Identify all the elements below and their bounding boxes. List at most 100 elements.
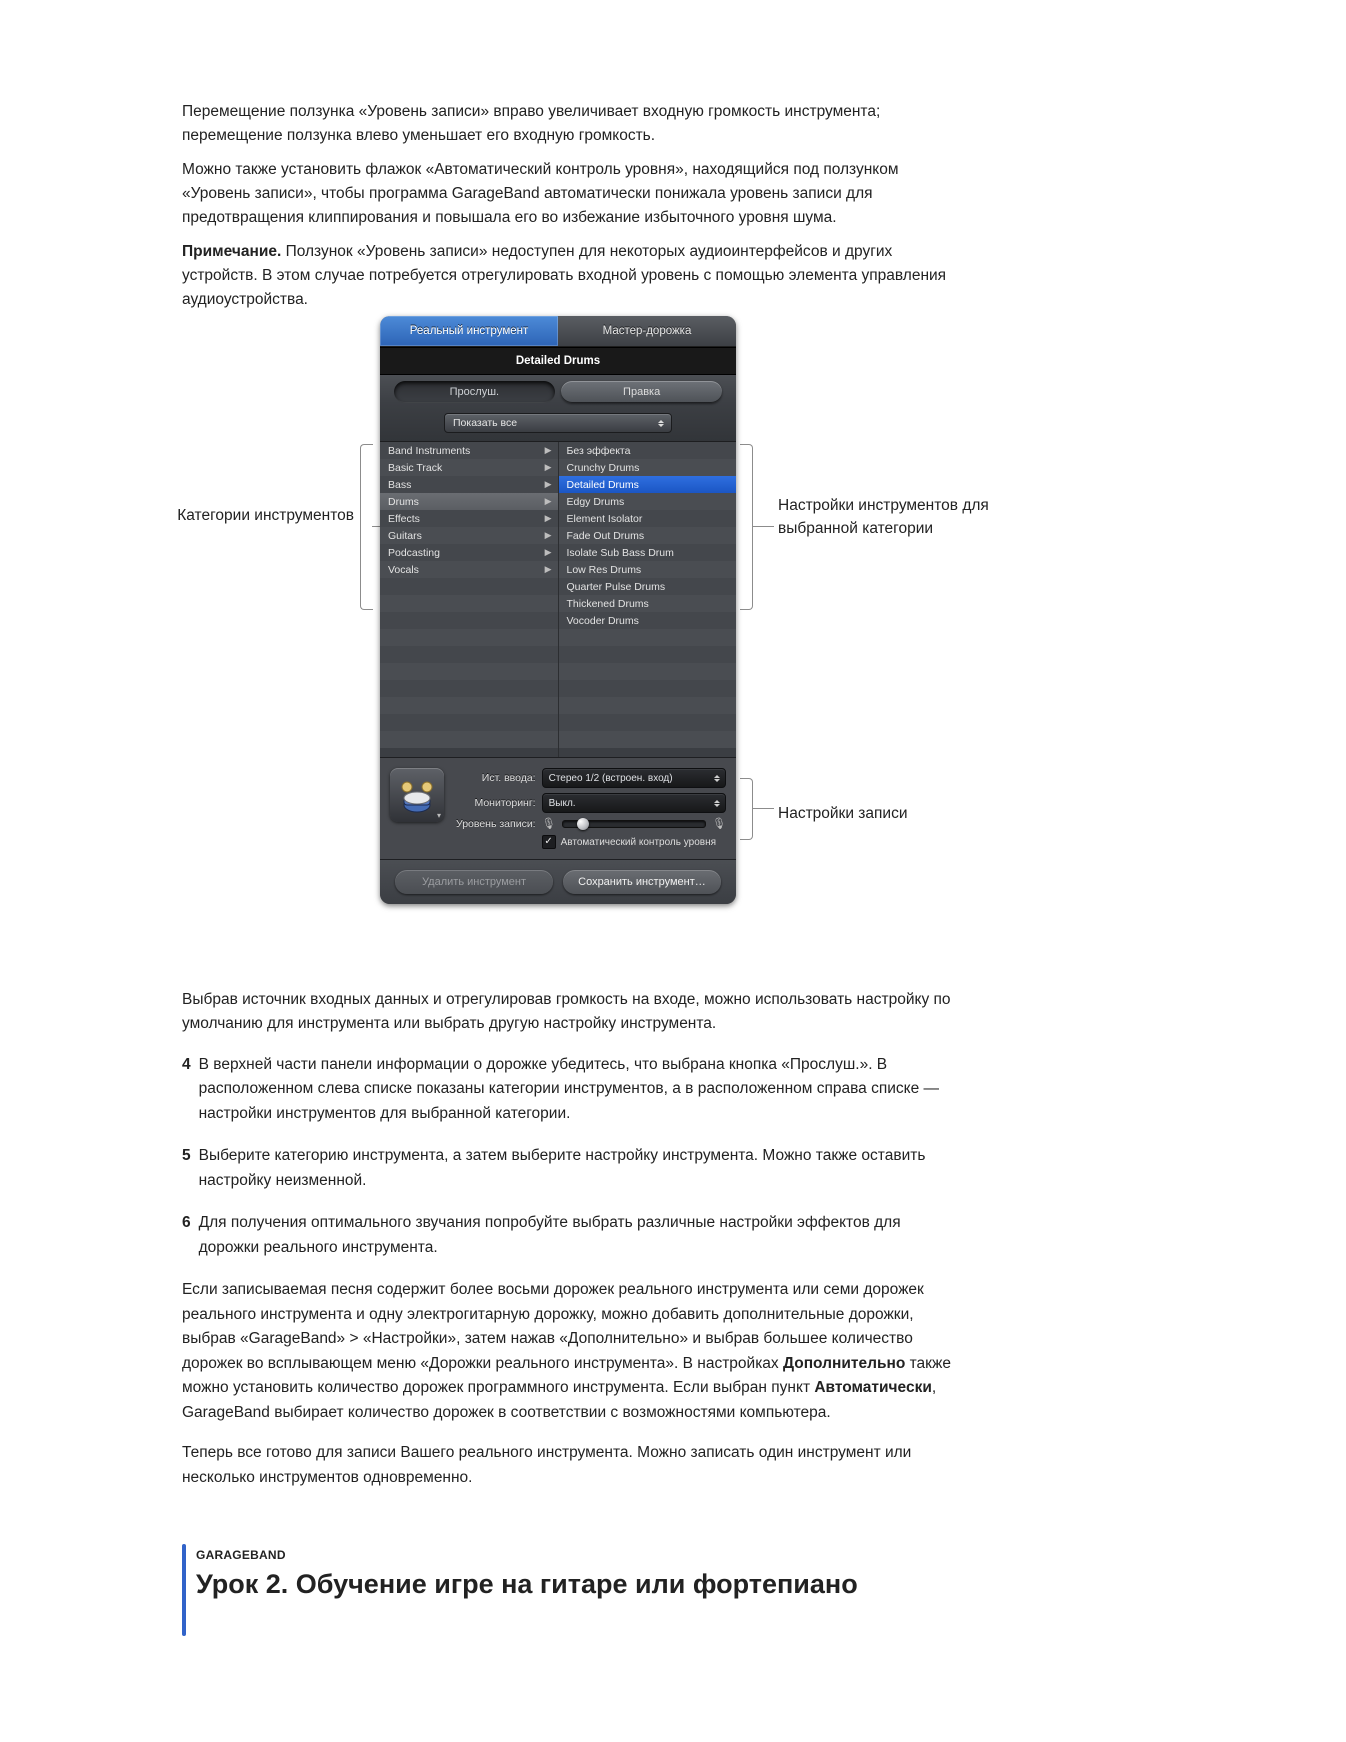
- stepper-icon: [712, 794, 722, 812]
- category-item[interactable]: Basic Track ▶: [380, 459, 558, 476]
- preset-item-label: Crunchy Drums: [567, 462, 640, 474]
- list-row-empty: [380, 595, 558, 612]
- preset-item[interactable]: Low Res Drums: [559, 561, 737, 578]
- preset-list[interactable]: Без эффекта Crunchy Drums Detailed Drums Ed…: [558, 442, 737, 757]
- bracket-settings: [740, 778, 753, 840]
- filter-value: Показать все: [453, 417, 517, 429]
- chevron-right-icon: ▶: [545, 564, 552, 575]
- category-list[interactable]: Band Instruments ▶ Basic Track ▶ Bass ▶ Drums ▶…: [380, 442, 558, 757]
- preset-item[interactable]: Edgy Drums: [559, 493, 737, 510]
- stepper-icon: [655, 414, 667, 432]
- preset-item[interactable]: Element Isolator: [559, 510, 737, 527]
- chevron-down-icon: ▾: [437, 811, 441, 820]
- record-level-slider[interactable]: 🎙 🎙: [542, 819, 726, 830]
- delete-instrument-button[interactable]: Удалить инструмент: [395, 870, 553, 894]
- preset-item-label: Thickened Drums: [567, 598, 649, 610]
- preset-title: Detailed Drums: [380, 347, 736, 375]
- chevron-right-icon: ▶: [545, 462, 552, 473]
- preset-item-label: Без эффекта: [567, 445, 631, 457]
- intro-para-2: Можно также установить флажок «Автоматич…: [182, 158, 962, 230]
- preset-item[interactable]: Isolate Sub Bass Drum: [559, 544, 737, 561]
- category-item-label: Guitars: [388, 530, 422, 542]
- instrument-icon[interactable]: ▾: [390, 768, 444, 822]
- list-row-empty: [380, 731, 558, 748]
- category-item-label: Band Instruments: [388, 445, 470, 457]
- preset-item-label: Detailed Drums: [567, 479, 639, 491]
- category-item-label: Podcasting: [388, 547, 440, 559]
- category-item-label: Drums: [388, 496, 419, 508]
- chevron-right-icon: ▶: [545, 496, 552, 507]
- recording-settings: ▾ Ист. ввода: Стерео 1/2 (встроен. вход)…: [380, 757, 736, 860]
- list-row-empty: [380, 697, 558, 714]
- mic-low-icon: 🎙: [542, 819, 556, 830]
- preset-item[interactable]: Vocoder Drums: [559, 612, 737, 629]
- step-6: 6 Для получения оптимального звучания по…: [182, 1211, 952, 1260]
- body-para-3: Теперь все готово для записи Вашего реал…: [182, 1441, 952, 1490]
- preset-item-label: Fade Out Drums: [567, 530, 645, 542]
- category-item[interactable]: Guitars ▶: [380, 527, 558, 544]
- list-row-empty: [380, 646, 558, 663]
- list-row-empty: [380, 680, 558, 697]
- preset-item-label: Quarter Pulse Drums: [567, 581, 666, 593]
- list-row-empty: [559, 731, 737, 748]
- list-row-empty: [559, 714, 737, 731]
- preset-item[interactable]: Detailed Drums: [559, 476, 737, 493]
- list-row-empty: [380, 714, 558, 731]
- lesson-title: Урок 2. Обучение игре на гитаре или форт…: [196, 1568, 956, 1602]
- preset-item-label: Isolate Sub Bass Drum: [567, 547, 674, 559]
- chevron-right-icon: ▶: [545, 547, 552, 558]
- label-record-level: Уровень записи:: [456, 818, 536, 830]
- lesson-rule: [182, 1544, 186, 1636]
- category-item-label: Effects: [388, 513, 420, 525]
- list-row-empty: [380, 663, 558, 680]
- preset-item[interactable]: Fade Out Drums: [559, 527, 737, 544]
- preset-item[interactable]: Crunchy Drums: [559, 459, 737, 476]
- category-item[interactable]: Effects ▶: [380, 510, 558, 527]
- tab-real-instrument[interactable]: Реальный инструмент: [380, 316, 558, 346]
- auto-level-checkbox[interactable]: ✓: [542, 835, 556, 849]
- chevron-right-icon: ▶: [545, 513, 552, 524]
- list-row-empty: [380, 578, 558, 595]
- track-info-panel: Реальный инструмент Мастер-дорожка Detai…: [380, 316, 736, 904]
- preset-item[interactable]: Quarter Pulse Drums: [559, 578, 737, 595]
- step-5: 5 Выберите категорию инструмента, а зате…: [182, 1144, 952, 1193]
- mic-high-icon: 🎙: [712, 819, 726, 830]
- body-para-1: Выбрав источник входных данных и отрегул…: [182, 988, 952, 1037]
- body-para-2: Если записываемая песня содержит более в…: [182, 1278, 952, 1425]
- select-monitor[interactable]: Выкл.: [542, 793, 726, 813]
- chevron-right-icon: ▶: [545, 530, 552, 541]
- category-item-label: Vocals: [388, 564, 419, 576]
- preset-item[interactable]: Без эффекта: [559, 442, 737, 459]
- category-item[interactable]: Vocals ▶: [380, 561, 558, 578]
- tab-edit[interactable]: Правка: [561, 381, 722, 403]
- tab-browse[interactable]: Прослуш.: [394, 381, 555, 403]
- category-item-label: Basic Track: [388, 462, 442, 474]
- filter-dropdown[interactable]: Показать все: [444, 413, 672, 433]
- category-item[interactable]: Podcasting ▶: [380, 544, 558, 561]
- callout-presets: Настройки инструментов для выбранной кат…: [778, 494, 1018, 541]
- tab-master-track[interactable]: Мастер-дорожка: [558, 316, 736, 346]
- callout-settings: Настройки записи: [778, 802, 978, 825]
- category-item-label: Bass: [388, 479, 411, 491]
- auto-level-label: Автоматический контроль уровня: [561, 837, 716, 848]
- callout-categories: Категории инструментов: [146, 504, 354, 527]
- category-item[interactable]: Band Instruments ▶: [380, 442, 558, 459]
- lesson-eyebrow: GARAGEBAND: [196, 1548, 956, 1562]
- slider-track[interactable]: [562, 820, 706, 828]
- slider-thumb[interactable]: [577, 818, 589, 830]
- chevron-right-icon: ▶: [545, 445, 552, 456]
- preset-item-label: Edgy Drums: [567, 496, 625, 508]
- intro-para-1: Перемещение ползунка «Уровень записи» вп…: [182, 100, 962, 148]
- category-item[interactable]: Drums ▶: [380, 493, 558, 510]
- save-instrument-button[interactable]: Сохранить инструмент…: [563, 870, 721, 894]
- category-item[interactable]: Bass ▶: [380, 476, 558, 493]
- intro-note: Примечание. Ползунок «Уровень записи» не…: [182, 240, 962, 312]
- preset-item-label: Vocoder Drums: [567, 615, 639, 627]
- list-row-empty: [380, 629, 558, 646]
- preset-item[interactable]: Thickened Drums: [559, 595, 737, 612]
- lead-presets: [752, 526, 774, 527]
- stepper-icon: [712, 769, 722, 787]
- bracket-presets: [740, 444, 753, 610]
- select-input-source[interactable]: Стерео 1/2 (встроен. вход): [542, 768, 726, 788]
- chevron-right-icon: ▶: [545, 479, 552, 490]
